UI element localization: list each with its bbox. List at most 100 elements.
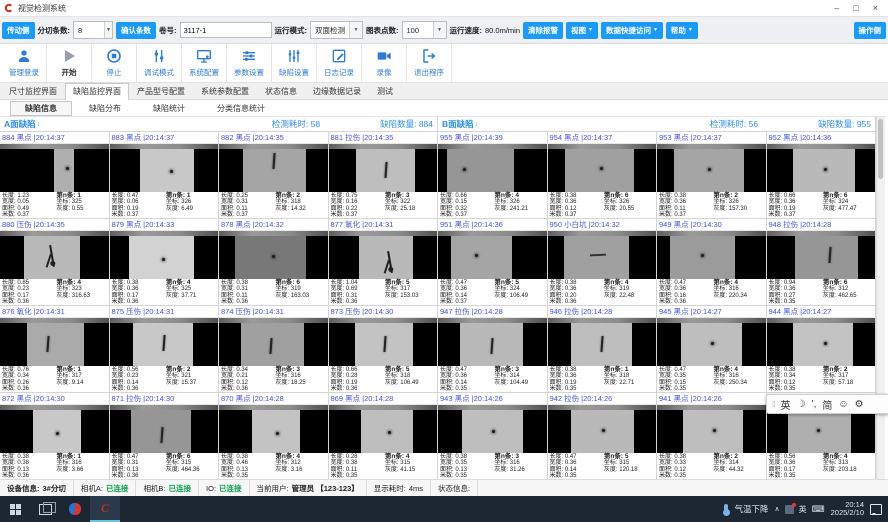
close-button[interactable]: ×	[873, 1, 878, 15]
active-app-button[interactable]: C	[90, 496, 120, 522]
defect-metadata: 长度: 0.47宽度: 0.36面积: 0.16米数: 0.36第n条: 4坐标…	[657, 279, 766, 305]
defect-cell[interactable]: 945 黑点 |20:14:27长度: 0.47宽度: 0.35面积: 0.15…	[657, 306, 766, 392]
ime-punctuation-toggle[interactable]: ’,	[811, 399, 816, 410]
chart-points-select[interactable]: 100 ▼	[402, 21, 447, 39]
metadata-row: 宽度: 0.21	[221, 373, 248, 379]
defect-cell[interactable]: 955 黑点 |20:14:39长度: 0.66宽度: 0.15面积: 0.32…	[438, 132, 547, 218]
defect-cell[interactable]: 949 黑点 |20:14:30长度: 0.47宽度: 0.36面积: 0.16…	[657, 219, 766, 305]
main-tab-3[interactable]: 系统参数配置	[193, 83, 257, 99]
pinned-app-button[interactable]	[60, 496, 90, 522]
defect-cell[interactable]: 947 拉伤 |20:14:28长度: 0.47宽度: 0.36面积: 0.14…	[438, 306, 547, 392]
drag-handle-icon[interactable]: ⁞⁞	[772, 400, 774, 409]
defect-cell[interactable]: 879 黑点 |20:14:33长度: 0.38宽度: 0.36面积: 0.17…	[110, 219, 219, 305]
gray-value: 灰度: 44.32	[713, 467, 743, 473]
sort-down-icon[interactable]: ↓	[475, 121, 479, 128]
defect-cell[interactable]: 880 压伤 |20:14:35长度: 0.85宽度: 0.23面积: 0.17…	[0, 219, 109, 305]
metadata-right-column: 第n条: 5坐标: 318灰度: 106.49	[385, 367, 419, 386]
defect-cell[interactable]: 876 氧化 |20:14:31长度: 0.76宽度: 0.34面积: 0.26…	[0, 306, 109, 392]
defect-cell[interactable]: 884 黑点 |20:14:37长度: 1.23宽度: 0.05面积: 0.49…	[0, 132, 109, 218]
defect-cell[interactable]: 869 黑点 |20:14:28长度: 0.28宽度: 0.38面积: 0.11…	[329, 393, 438, 479]
defect-thumbnail	[548, 144, 657, 192]
scrollbar-thumb[interactable]	[878, 119, 883, 179]
operate-side-button[interactable]: 操作侧	[854, 22, 887, 39]
quick-access-menu-button[interactable]: 数据快捷访问▼	[601, 22, 663, 39]
metadata-row: 宽度: 0.31	[112, 460, 139, 466]
toolbar-button-play[interactable]: 开始	[47, 44, 92, 82]
defect-cell[interactable]: 871 拉伤 |20:14:30长度: 0.47宽度: 0.31面积: 0.13…	[110, 393, 219, 479]
roll-number-input[interactable]	[180, 22, 272, 38]
vertical-scrollbar[interactable]	[876, 117, 885, 479]
clear-alarm-button[interactable]: 清除报警	[523, 22, 563, 39]
ime-mode-toggle[interactable]: 英	[780, 397, 790, 412]
coordinate: 坐标: 326	[166, 199, 193, 205]
action-center-icon[interactable]	[870, 504, 882, 515]
weather-text[interactable]: 气温下降	[734, 503, 768, 515]
defect-cell[interactable]: 872 黑点 |20:14:30长度: 0.38宽度: 0.38面积: 0.13…	[0, 393, 109, 479]
toolbar-button-log[interactable]: 日志记录	[317, 44, 362, 82]
sub-tab-3[interactable]: 分类信息统计	[202, 101, 280, 116]
main-tab-1[interactable]: 缺陷监控界面	[65, 83, 129, 100]
run-mode-select[interactable]: 双面检测 ▼	[310, 21, 363, 39]
sub-tab-0[interactable]: 缺陷信息	[10, 101, 72, 116]
defect-cell[interactable]: 883 黑点 |20:14:37长度: 0.47宽度: 0.06面积: 0.19…	[110, 132, 219, 218]
ime-emoji-icon[interactable]: ☺	[838, 399, 848, 410]
defect-thumbnail	[548, 405, 657, 453]
toolbar-button-stop[interactable]: 停止	[92, 44, 137, 82]
ime-simplified-toggle[interactable]: 简	[822, 397, 832, 412]
defect-cell[interactable]: 946 拉伤 |20:14:28长度: 0.38宽度: 0.36面积: 0.19…	[548, 306, 657, 392]
start-button[interactable]	[0, 496, 30, 522]
toolbar-button-defect[interactable]: 缺陷设置	[272, 44, 317, 82]
defect-cell[interactable]: 870 黑点 |20:14:28长度: 0.38宽度: 0.46面积: 0.13…	[219, 393, 328, 479]
sub-tab-2[interactable]: 缺陷统计	[138, 101, 200, 116]
keyboard-icon[interactable]: ⌨	[812, 504, 825, 515]
metadata-left-column: 长度: 0.38宽度: 0.36面积: 0.12米数: 0.37	[550, 193, 577, 218]
defect-cell[interactable]: 943 黑点 |20:14:26长度: 0.38宽度: 0.35面积: 0.13…	[438, 393, 547, 479]
defect-cell[interactable]: 951 黑点 |20:14:36长度: 0.47宽度: 0.36面积: 0.14…	[438, 219, 547, 305]
toolbar-button-exit[interactable]: 退出程序	[407, 44, 452, 82]
sort-down-icon[interactable]: ↓	[37, 121, 41, 128]
tray-expand-icon[interactable]: ∧	[775, 505, 780, 513]
notification-badge-icon[interactable]	[785, 505, 794, 514]
defect-cell[interactable]: 881 拉伤 |20:14:35长度: 0.75宽度: 0.16面积: 0.22…	[329, 132, 438, 218]
toolbar-button-tune[interactable]: 调试模式	[137, 44, 182, 82]
main-tab-6[interactable]: 测试	[369, 83, 401, 99]
toolbar-button-label: 开始	[62, 67, 77, 78]
sub-tab-1[interactable]: 缺陷分布	[74, 101, 136, 116]
ime-settings-gear-icon[interactable]: ⚙	[855, 399, 864, 410]
toolbar-button-params[interactable]: 参数设置	[227, 44, 272, 82]
confirm-count-button[interactable]: 确认条数	[116, 22, 156, 39]
main-tab-4[interactable]: 状态信息	[257, 83, 305, 99]
defect-cell[interactable]: 874 压伤 |20:14:31长度: 0.34宽度: 0.21面积: 0.12…	[219, 306, 328, 392]
defect-cell[interactable]: 941 黑点 |20:14:26长度: 0.38宽度: 0.33面积: 0.12…	[657, 393, 766, 479]
main-tab-2[interactable]: 产品型号配置	[129, 83, 193, 99]
defect-cell[interactable]: 882 黑点 |20:14:35长度: 0.25宽度: 0.31面积: 0.11…	[219, 132, 328, 218]
defect-cell[interactable]: 873 压伤 |20:14:30长度: 0.66宽度: 0.28面积: 0.19…	[329, 306, 438, 392]
defect-cell[interactable]: 953 黑点 |20:14:37长度: 0.38宽度: 0.36面积: 0.11…	[657, 132, 766, 218]
slit-count-select[interactable]: 8 ▼	[73, 21, 113, 39]
defect-cell[interactable]: 952 黑点 |20:14:36长度: 0.66宽度: 0.36面积: 0.19…	[767, 132, 876, 218]
defect-cell[interactable]: 942 拉伤 |20:14:26长度: 0.47宽度: 0.36面积: 0.14…	[548, 393, 657, 479]
drive-side-button[interactable]: 传动侧	[2, 22, 35, 39]
main-tab-0[interactable]: 尺寸监控界面	[1, 83, 65, 99]
defect-cell[interactable]: 875 压伤 |20:14:31长度: 0.56宽度: 0.23面积: 0.14…	[110, 306, 219, 392]
input-language-indicator[interactable]: 英	[799, 504, 807, 515]
defect-cell[interactable]: 948 拉伤 |20:14:28长度: 0.94宽度: 0.36面积: 0.27…	[767, 219, 876, 305]
maximize-button[interactable]: □	[853, 1, 858, 15]
metadata-row: 宽度: 0.36	[112, 286, 139, 292]
toolbar-button-monitor[interactable]: 系统配置	[182, 44, 227, 82]
toolbar-button-camera[interactable]: 录像	[362, 44, 407, 82]
help-menu-button[interactable]: 帮助▼	[666, 22, 698, 39]
defect-cell[interactable]: 954 黑点 |20:14:37长度: 0.38宽度: 0.36面积: 0.12…	[548, 132, 657, 218]
task-view-button[interactable]	[30, 496, 60, 522]
ime-fullwidth-moon-icon[interactable]: ☽	[796, 399, 805, 410]
defect-cell[interactable]: 878 黑点 |20:14:32长度: 0.38宽度: 0.31面积: 0.11…	[219, 219, 328, 305]
toolbar-button-user[interactable]: 管理登录	[2, 44, 47, 82]
defect-cell[interactable]: 877 氧化 |20:14:31长度: 1.04宽度: 0.69面积: 0.31…	[329, 219, 438, 305]
view-menu-button[interactable]: 视图▼	[566, 22, 598, 39]
clock[interactable]: 20:14 2025/2/10	[831, 501, 864, 518]
metadata-right-column: 第n条: 3坐标: 322灰度: 25.18	[385, 193, 415, 212]
defect-cell[interactable]: 950 小白坑 |20:14:32长度: 0.38宽度: 0.36面积: 0.2…	[548, 219, 657, 305]
main-tab-5[interactable]: 边缘数据记录	[305, 83, 369, 99]
defect-cell[interactable]: 944 黑点 |20:14:27长度: 0.38宽度: 0.34面积: 0.12…	[767, 306, 876, 392]
minimize-button[interactable]: –	[834, 1, 839, 15]
